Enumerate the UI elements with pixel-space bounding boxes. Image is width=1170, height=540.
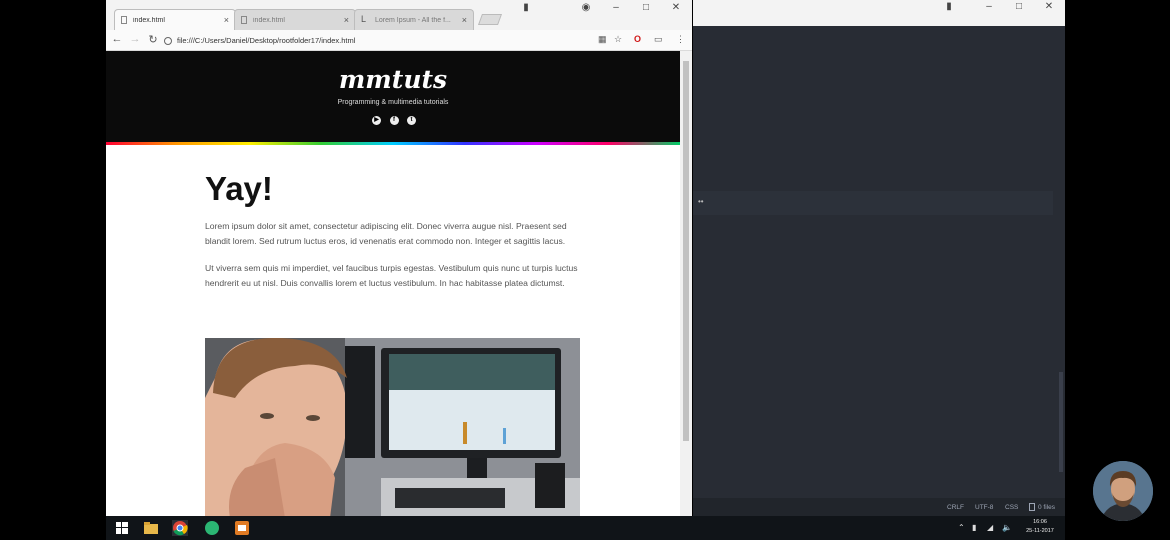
lipsum-favicon-icon: L: [361, 14, 367, 24]
site-tagline: Programming & multimedia tutorials: [337, 99, 449, 106]
article-paragraph: Ut viverra sem quis mi imperdiet, vel fa…: [205, 263, 578, 288]
twitter-icon[interactable]: t: [407, 116, 416, 125]
extension-icon[interactable]: ▮: [941, 1, 957, 12]
maximize-icon[interactable]: □: [1011, 1, 1027, 12]
close-icon[interactable]: ×: [344, 15, 349, 25]
chrome-icon[interactable]: [172, 520, 188, 536]
menu-dots-icon[interactable]: ⋮: [676, 34, 685, 45]
browser-window: index.html × index.html × L Lorem Ipsum …: [106, 0, 692, 516]
editor-window: ▮ – □ ✕ •• CRLF UTF-8 CSS 0 files: [693, 0, 1065, 516]
document-icon: [241, 16, 247, 24]
social-links: ▶ f t: [372, 116, 416, 126]
site-header: mmtuts Programming & multimedia tutorial…: [106, 51, 680, 142]
window-close-icon[interactable]: ✕: [1041, 1, 1057, 12]
close-icon[interactable]: ×: [224, 15, 229, 25]
file-icon: [1029, 503, 1035, 511]
address-bar[interactable]: file:///C:/Users/Daniel/Desktop/rootfold…: [164, 33, 634, 48]
tab-strip: index.html × index.html × L Lorem Ipsum …: [106, 0, 692, 30]
translate-icon[interactable]: ▦: [598, 34, 607, 45]
maximize-icon[interactable]: □: [638, 2, 654, 13]
browser-toolbar: ← → ↻ file:///C:/Users/Daniel/Desktop/ro…: [106, 30, 692, 51]
taskbar: ⌃ ▮ ◢ 🔈 16:06 25-11-2017: [106, 516, 1065, 540]
tab-lorem-ipsum[interactable]: L Lorem Ipsum - All the f... ×: [354, 9, 474, 30]
facebook-icon[interactable]: f: [389, 116, 399, 125]
cast-icon[interactable]: ▭: [654, 34, 663, 45]
scrollbar-thumb[interactable]: [683, 61, 689, 441]
page-viewport: mmtuts Programming & multimedia tutorial…: [106, 51, 680, 516]
address-text: file:///C:/Users/Daniel/Desktop/rootfold…: [177, 36, 356, 45]
volume-icon[interactable]: 🔈: [1002, 523, 1012, 532]
forward-arrow-icon[interactable]: →: [128, 33, 142, 45]
encoding-status[interactable]: UTF-8: [975, 504, 993, 511]
taskbar-clock[interactable]: 16:06 25-11-2017: [1018, 518, 1062, 536]
profile-icon[interactable]: ◉: [578, 2, 594, 13]
tab-index-html-1[interactable]: index.html ×: [114, 9, 236, 30]
editor-status-bar: CRLF UTF-8 CSS 0 files: [693, 498, 1065, 516]
files-status[interactable]: 0 files: [1038, 504, 1055, 511]
new-tab-button[interactable]: [477, 14, 503, 25]
rainbow-divider: [106, 142, 680, 145]
screen: index.html × index.html × L Lorem Ipsum …: [0, 0, 1170, 540]
bookmark-star-icon[interactable]: ☆: [614, 34, 622, 45]
tab-label: Lorem Ipsum - All the f...: [375, 16, 451, 24]
line-ending-status[interactable]: CRLF: [947, 504, 964, 511]
code-editor-pane[interactable]: [693, 26, 1065, 498]
site-logo[interactable]: mmtuts: [106, 65, 680, 94]
file-explorer-icon[interactable]: [143, 520, 159, 536]
youtube-icon[interactable]: ▶: [372, 116, 381, 125]
green-app-icon[interactable]: [204, 520, 220, 536]
active-line-highlight: [693, 191, 1053, 215]
opera-extension-icon[interactable]: O: [634, 34, 641, 44]
article-paragraph: Lorem ipsum dolor sit amet, consectetur …: [205, 221, 567, 246]
chevron-up-icon[interactable]: ⌃: [958, 523, 965, 532]
webcam-overlay: [1093, 461, 1153, 521]
minimize-icon[interactable]: –: [981, 1, 997, 12]
page-scrollbar[interactable]: [680, 51, 692, 516]
info-icon[interactable]: [164, 36, 172, 45]
close-icon[interactable]: ×: [462, 15, 467, 25]
network-icon[interactable]: ◢: [987, 523, 993, 532]
clock-date: 25-11-2017: [1026, 528, 1054, 534]
windows-start-icon[interactable]: [114, 520, 130, 536]
text-cursor-icon: ••: [698, 197, 704, 206]
editor-scrollbar[interactable]: [1059, 372, 1063, 472]
editor-titlebar: ▮ – □ ✕: [693, 0, 1065, 26]
document-icon: [121, 16, 127, 24]
clock-time: 16:06: [1033, 519, 1047, 525]
extension-icon[interactable]: ▮: [518, 2, 534, 13]
tab-label: index.html: [253, 16, 285, 24]
tray-app-icon[interactable]: ▮: [972, 523, 976, 532]
tab-index-html-2[interactable]: index.html ×: [234, 9, 356, 30]
article-heading: Yay!: [205, 170, 273, 207]
tab-label: index.html: [133, 16, 165, 24]
back-arrow-icon[interactable]: ←: [110, 33, 124, 45]
article: Yay! Lorem ipsum dolor sit amet, consect…: [205, 169, 585, 291]
article-image: [205, 338, 580, 516]
window-close-icon[interactable]: ✕: [668, 2, 684, 13]
reload-icon[interactable]: ↻: [146, 33, 160, 46]
orange-app-icon[interactable]: [234, 520, 250, 536]
minimize-icon[interactable]: –: [608, 2, 624, 13]
grammar-status[interactable]: CSS: [1005, 504, 1018, 511]
